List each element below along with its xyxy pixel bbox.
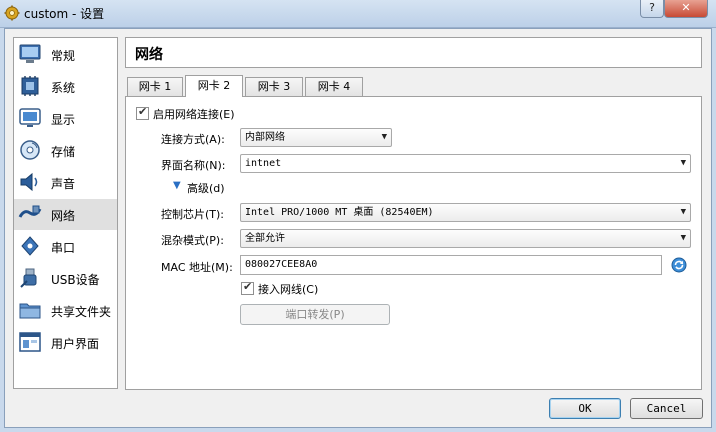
serial-port-icon xyxy=(21,236,39,256)
interface-name-value: intnet xyxy=(245,158,282,169)
sidebar-item-display[interactable]: 显示 xyxy=(14,103,117,134)
network-icon xyxy=(18,205,42,218)
promiscuous-mode-label: 混杂模式(P): xyxy=(161,234,224,247)
adapter-type-label: 控制芯片(T): xyxy=(161,208,225,221)
promiscuous-mode-value: 全部允许 xyxy=(245,233,285,244)
tab-adapter-2[interactable]: 网卡 2 xyxy=(185,75,243,97)
sidebar-item-label: 声音 xyxy=(51,177,76,191)
chevron-down-icon: ▼ xyxy=(381,132,387,142)
attached-to-value: 内部网络 xyxy=(245,132,285,143)
general-icon xyxy=(19,44,41,63)
tab-adapter-1[interactable]: 网卡 1 xyxy=(127,77,183,96)
sidebar-item-label: 系统 xyxy=(51,81,76,95)
sidebar-item-serial-port[interactable]: 串口 xyxy=(14,231,117,262)
mac-address-label: MAC 地址(M): xyxy=(161,261,233,274)
page-title: 网络 xyxy=(135,47,163,63)
mac-address-field[interactable]: 080027CEE8A0 xyxy=(240,255,662,275)
sidebar-item-network[interactable]: 网络 xyxy=(14,199,117,230)
tab-adapter-4[interactable]: 网卡 4 xyxy=(305,77,363,96)
advanced-toggle[interactable]: 高级(d) xyxy=(187,180,225,196)
attached-to-select[interactable]: 内部网络 ▼ xyxy=(240,128,392,147)
interface-name-combo[interactable]: intnet ▼ xyxy=(240,154,691,173)
port-forwarding-button[interactable]: 端口转发(P) xyxy=(240,304,390,325)
shared-folder-icon xyxy=(19,303,41,319)
settings-sidebar: 常规 系统 显示 存储 声音 网络 串口 USB设备 共享文件夹 用户界面 xyxy=(13,37,118,389)
close-button[interactable]: ✕ xyxy=(664,0,708,18)
settings-dialog: 常规 系统 显示 存储 声音 网络 串口 USB设备 共享文件夹 用户界面 网络… xyxy=(4,28,712,428)
app-gear-icon xyxy=(4,5,20,21)
cable-connected-label: 接入网线(C) xyxy=(258,283,319,296)
window-title: custom - 设置 xyxy=(24,7,105,21)
display-icon xyxy=(19,108,41,127)
sidebar-item-label: 网络 xyxy=(51,209,76,223)
sidebar-item-label: USB设备 xyxy=(51,273,100,287)
tab-adapter-3[interactable]: 网卡 3 xyxy=(245,77,303,96)
cancel-button[interactable]: Cancel xyxy=(630,398,703,419)
sidebar-item-usb[interactable]: USB设备 xyxy=(14,263,117,294)
help-button[interactable]: ? xyxy=(640,0,664,18)
page-header: 网络 xyxy=(125,37,702,68)
sidebar-item-label: 显示 xyxy=(51,113,76,127)
usb-icon xyxy=(20,268,37,288)
ok-button[interactable]: OK xyxy=(549,398,621,419)
title-bar: custom - 设置 ? ✕ xyxy=(0,0,716,28)
mac-address-value: 080027CEE8A0 xyxy=(245,259,318,270)
promiscuous-mode-select[interactable]: 全部允许 ▼ xyxy=(240,229,691,248)
system-icon xyxy=(21,76,39,96)
user-interface-icon xyxy=(19,332,41,352)
sidebar-item-label: 存储 xyxy=(51,145,76,159)
sidebar-item-audio[interactable]: 声音 xyxy=(14,167,117,198)
adapter-type-value: Intel PRO/1000 MT 桌面 (82540EM) xyxy=(245,207,434,218)
refresh-mac-icon[interactable] xyxy=(671,257,687,273)
enable-adapter-checkbox[interactable] xyxy=(136,105,149,120)
sidebar-item-label: 串口 xyxy=(51,241,76,255)
cable-connected-checkbox[interactable] xyxy=(241,280,254,295)
sidebar-item-label: 共享文件夹 xyxy=(51,305,112,319)
expand-triangle-icon[interactable]: ▼ xyxy=(173,180,181,191)
sidebar-item-label: 常规 xyxy=(51,49,76,63)
enable-adapter-label: 启用网络连接(E) xyxy=(153,108,235,121)
interface-name-label: 界面名称(N): xyxy=(161,159,226,172)
sidebar-item-general[interactable]: 常规 xyxy=(14,39,117,70)
sidebar-item-user-interface[interactable]: 用户界面 xyxy=(14,327,117,358)
sidebar-item-shared-folder[interactable]: 共享文件夹 xyxy=(14,295,117,326)
chevron-down-icon: ▼ xyxy=(680,158,686,168)
chevron-down-icon: ▼ xyxy=(680,233,686,243)
sidebar-item-storage[interactable]: 存储 xyxy=(14,135,117,166)
storage-icon xyxy=(20,140,40,160)
chevron-down-icon: ▼ xyxy=(680,207,686,217)
sidebar-item-label: 用户界面 xyxy=(51,337,100,351)
sidebar-item-system[interactable]: 系统 xyxy=(14,71,117,102)
attached-to-label: 连接方式(A): xyxy=(161,133,225,146)
adapter-type-select[interactable]: Intel PRO/1000 MT 桌面 (82540EM) ▼ xyxy=(240,203,691,222)
audio-icon xyxy=(20,172,38,192)
